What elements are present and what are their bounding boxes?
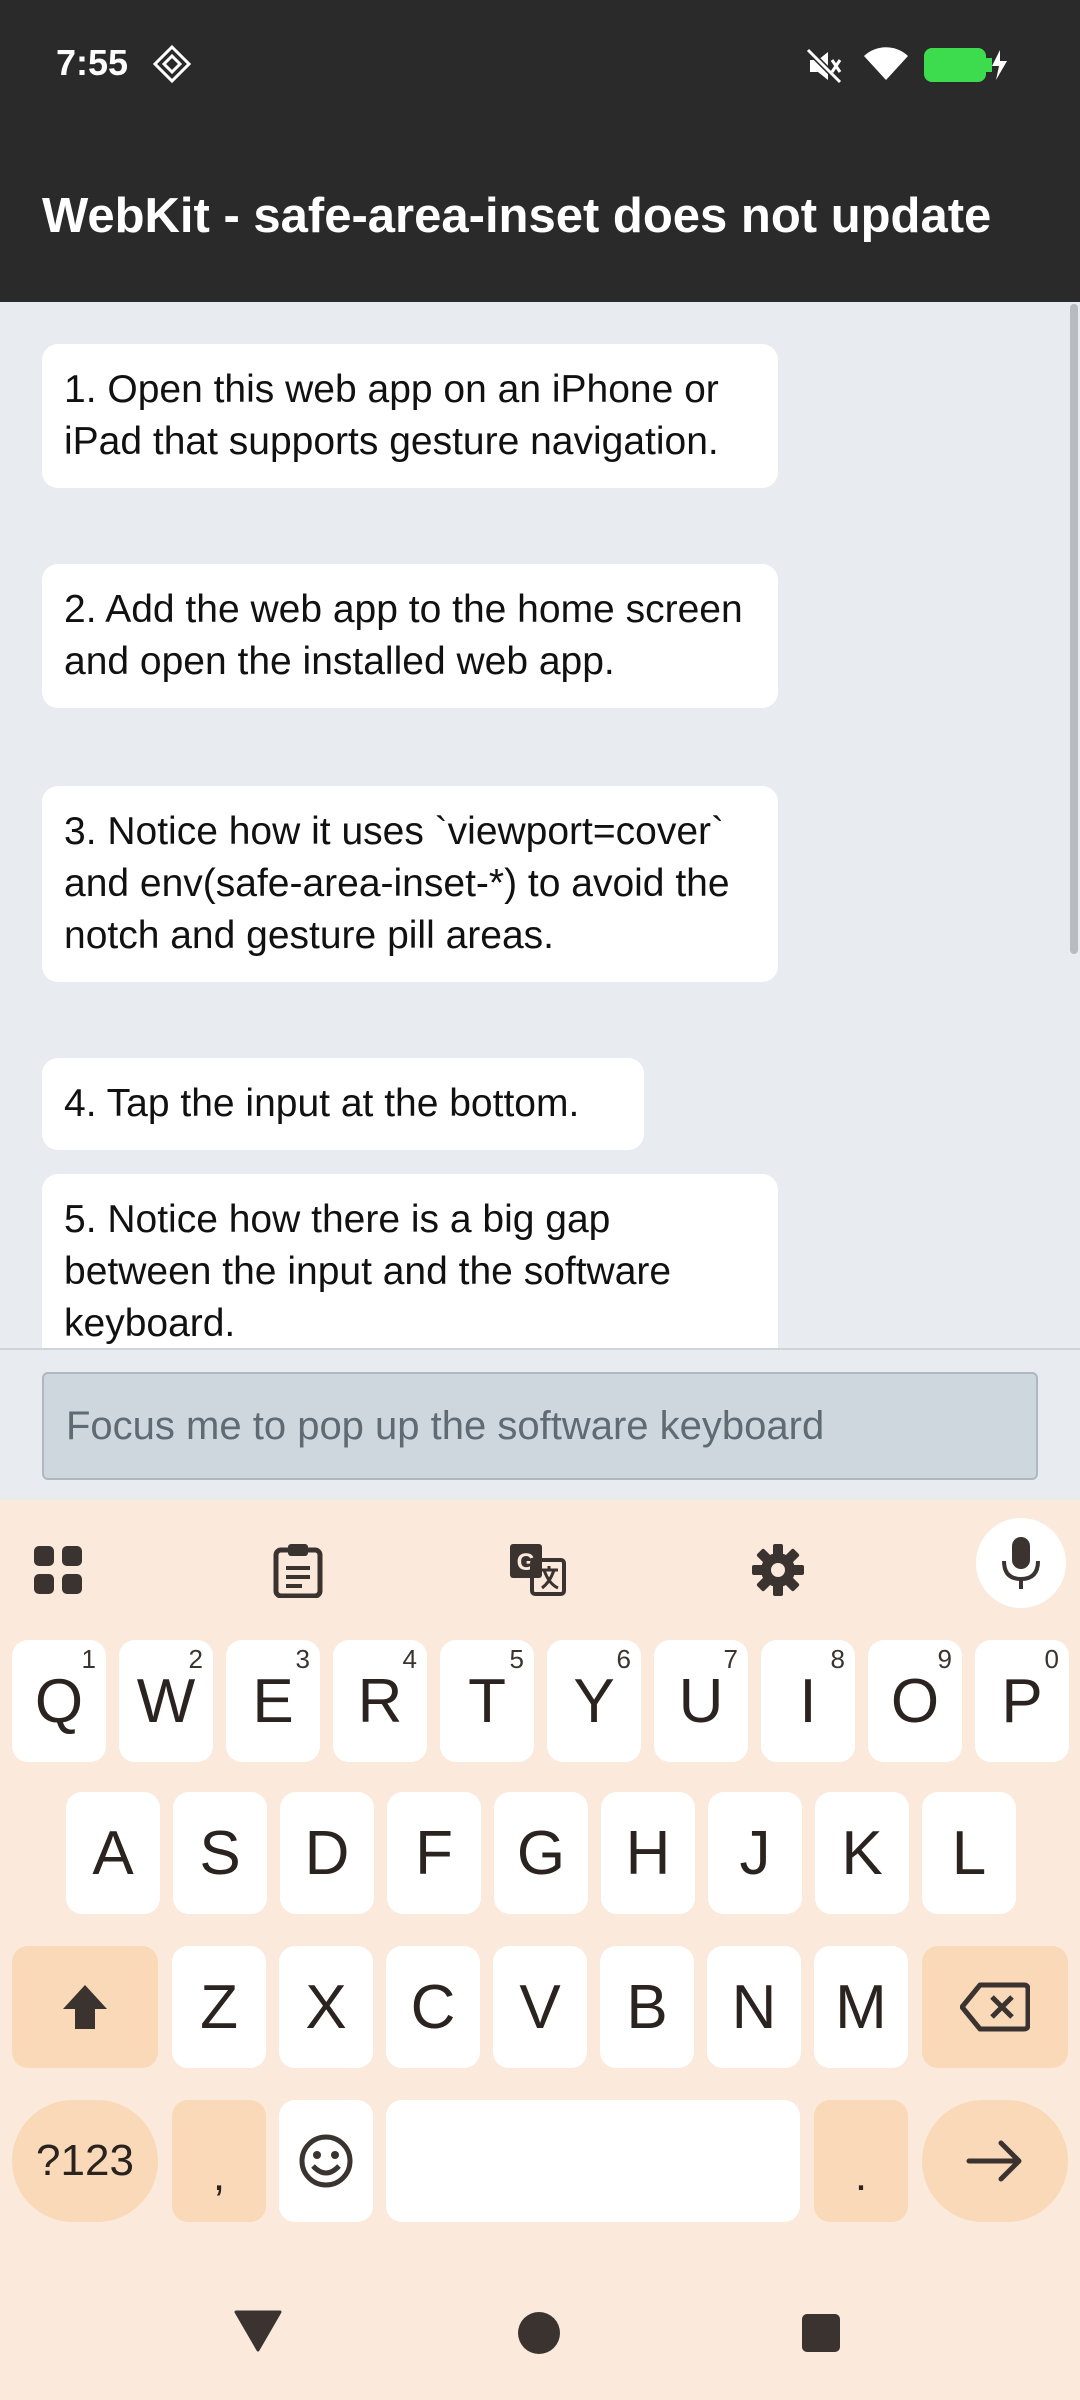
key-l[interactable]: L [922, 1792, 1016, 1914]
input-bar [0, 1348, 1080, 1500]
key-x[interactable]: X [279, 1946, 373, 2068]
clipboard-icon[interactable] [258, 1530, 338, 1610]
step-card: 1. Open this web app on an iPhone or iPa… [42, 344, 778, 488]
key-j[interactable]: J [708, 1792, 802, 1914]
step-card: 4. Tap the input at the bottom. [42, 1058, 644, 1150]
key-g[interactable]: G [494, 1792, 588, 1914]
voice-input-button[interactable] [976, 1518, 1066, 1608]
key-m[interactable]: M [814, 1946, 908, 2068]
status-time: 7:55 [56, 42, 129, 83]
key-u[interactable]: U7 [654, 1640, 748, 1762]
key-o[interactable]: O9 [868, 1640, 962, 1762]
key-i[interactable]: I8 [761, 1640, 855, 1762]
step-text: 2. Add the web app to the home screen an… [64, 588, 743, 683]
key-d[interactable]: D [280, 1792, 374, 1914]
key-q[interactable]: Q1 [12, 1640, 106, 1762]
settings-gear-icon[interactable] [738, 1530, 818, 1610]
key-t[interactable]: T5 [440, 1640, 534, 1762]
translate-icon[interactable]: G [498, 1530, 578, 1610]
space-bar[interactable] [386, 2100, 800, 2222]
backspace-icon [960, 1982, 1030, 2032]
key-v[interactable]: V [493, 1946, 587, 2068]
comma-key[interactable]: , [172, 2100, 266, 2222]
wifi-icon [862, 44, 910, 87]
key-w[interactable]: W2 [119, 1640, 213, 1762]
key-c[interactable]: C [386, 1946, 480, 2068]
app-bar: WebKit - safe-area-inset does not update [0, 130, 1080, 302]
key-z[interactable]: Z [172, 1946, 266, 2068]
emoji-key[interactable] [279, 2100, 373, 2222]
key-y[interactable]: Y6 [547, 1640, 641, 1762]
steps-list[interactable]: 1. Open this web app on an iPhone or iPa… [0, 302, 1080, 1348]
arrow-right-icon [966, 2140, 1022, 2182]
recents-square-icon[interactable] [800, 2312, 842, 2359]
key-k[interactable]: K [815, 1792, 909, 1914]
status-bar: 7:55 [0, 0, 1080, 130]
key-a[interactable]: A [66, 1792, 160, 1914]
key-r[interactable]: R4 [333, 1640, 427, 1762]
key-b[interactable]: B [600, 1946, 694, 2068]
microphone-icon [1002, 1537, 1040, 1589]
battery-charging-icon [924, 48, 1008, 87]
step-text: 5. Notice how there is a big gap between… [64, 1198, 672, 1345]
back-triangle-icon[interactable] [234, 2310, 282, 2357]
backspace-key[interactable] [922, 1946, 1068, 2068]
step-card: 5. Notice how there is a big gap between… [42, 1174, 778, 1348]
location-diamond-icon [152, 44, 192, 89]
home-circle-icon[interactable] [516, 2310, 562, 2361]
step-card: 2. Add the web app to the home screen an… [42, 564, 778, 708]
shift-arrow-icon [63, 1985, 107, 2029]
step-card: 3. Notice how it uses `viewport=cover` a… [42, 786, 778, 982]
keyboard-focus-input[interactable] [42, 1372, 1038, 1480]
step-text: 3. Notice how it uses `viewport=cover` a… [64, 810, 730, 957]
key-p[interactable]: P0 [975, 1640, 1069, 1762]
key-s[interactable]: S [173, 1792, 267, 1914]
key-e[interactable]: E3 [226, 1640, 320, 1762]
symbols-key[interactable]: ?123 [12, 2100, 158, 2222]
system-navigation-bar [0, 2280, 1080, 2400]
step-text: 1. Open this web app on an iPhone or iPa… [64, 368, 719, 463]
key-f[interactable]: F [387, 1792, 481, 1914]
enter-key[interactable] [922, 2100, 1068, 2222]
emoji-icon [299, 2134, 353, 2188]
page-title: WebKit - safe-area-inset does not update [42, 189, 992, 243]
software-keyboard: G Q1 W2 E3 R4 T5 Y6 U7 I8 O9 P0 A S D F … [0, 1500, 1080, 2400]
step-text: 4. Tap the input at the bottom. [64, 1082, 580, 1125]
mute-icon [804, 46, 844, 91]
apps-grid-icon[interactable] [18, 1530, 98, 1610]
shift-key[interactable] [12, 1946, 158, 2068]
scrollbar[interactable] [1070, 304, 1078, 954]
key-n[interactable]: N [707, 1946, 801, 2068]
key-h[interactable]: H [601, 1792, 695, 1914]
period-key[interactable]: . [814, 2100, 908, 2222]
